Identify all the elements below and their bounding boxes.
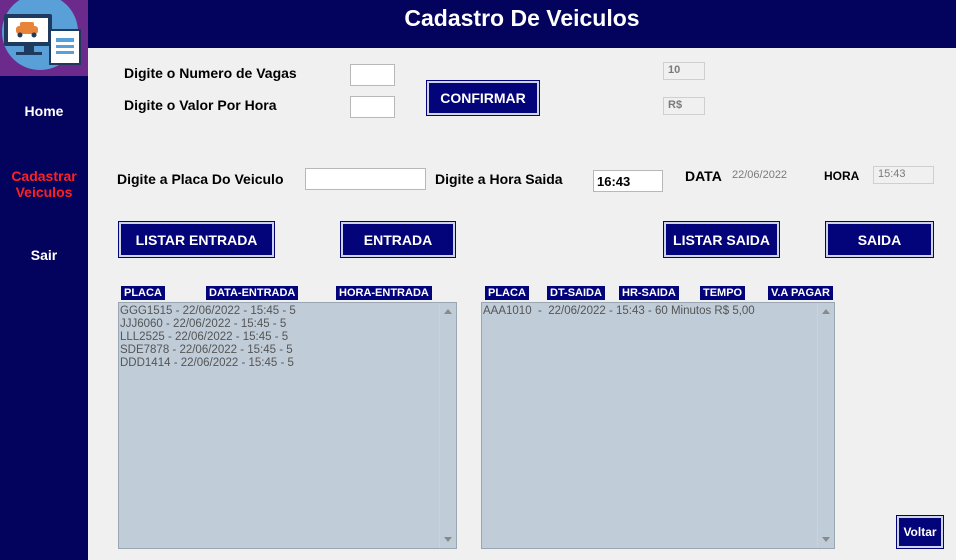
confirmar-button-label: CONFIRMAR (440, 90, 526, 106)
list-item[interactable]: AAA1010 - 22/06/2022 - 15:43 - 60 Minuto… (483, 305, 834, 318)
saida-scrollbar[interactable] (817, 303, 834, 548)
placa-input[interactable] (305, 168, 426, 190)
list-item[interactable]: LLL2525 - 22/06/2022 - 15:45 - 5 (120, 331, 456, 344)
valor-display: R$ (663, 97, 705, 115)
scroll-up-arrow-icon[interactable] (444, 309, 452, 314)
saida-button[interactable]: SAIDA (826, 222, 933, 257)
entrada-listbox[interactable]: GGG1515 - 22/06/2022 - 15:45 - 5 JJJ6060… (118, 302, 457, 549)
entrada-header-placa: PLACA (121, 286, 165, 300)
entrada-header-data: DATA-ENTRADA (206, 286, 299, 300)
list-item[interactable]: DDD1414 - 22/06/2022 - 15:45 - 5 (120, 357, 456, 370)
saida-listbox[interactable]: AAA1010 - 22/06/2022 - 15:43 - 60 Minuto… (481, 302, 835, 549)
sidebar-item-home[interactable]: Home (0, 103, 88, 119)
sidebar: Home Cadastrar Veiculos Sair (0, 0, 88, 560)
listar-saida-button[interactable]: LISTAR SAIDA (664, 222, 779, 257)
data-label: DATA (685, 168, 722, 184)
valor-hora-input[interactable] (350, 96, 395, 118)
hora-display: 15:43 (873, 166, 934, 184)
saida-header-dt: DT-SAIDA (547, 286, 605, 300)
entrada-header-hora: HORA-ENTRADA (336, 286, 432, 300)
entrada-list: GGG1515 - 22/06/2022 - 15:45 - 5 JJJ6060… (119, 303, 456, 370)
scroll-up-arrow-icon[interactable] (822, 309, 830, 314)
saida-list: AAA1010 - 22/06/2022 - 15:43 - 60 Minuto… (482, 303, 834, 318)
vagas-display: 10 (663, 62, 705, 80)
data-display: 22/06/2022 (727, 167, 811, 185)
saida-header-hr: HR-SAIDA (619, 286, 679, 300)
saida-header-valor: V.A PAGAR (768, 286, 833, 300)
sidebar-item-sair[interactable]: Sair (0, 247, 88, 263)
saida-header-tempo: TEMPO (700, 286, 746, 300)
list-item[interactable]: GGG1515 - 22/06/2022 - 15:45 - 5 (120, 305, 456, 318)
list-item[interactable]: SDE7878 - 22/06/2022 - 15:45 - 5 (120, 344, 456, 357)
page-title: Cadastro De Veiculos (404, 5, 640, 31)
saida-header-placa: PLACA (485, 286, 529, 300)
placa-label: Digite a Placa Do Veiculo (117, 171, 284, 187)
app-logo (0, 0, 88, 76)
entrada-scrollbar[interactable] (439, 303, 456, 548)
header: Cadastro De Veiculos (88, 0, 956, 48)
entrada-button[interactable]: ENTRADA (341, 222, 455, 257)
scroll-down-arrow-icon[interactable] (444, 537, 452, 542)
confirmar-button[interactable]: CONFIRMAR (427, 81, 539, 115)
list-item[interactable]: JJJ6060 - 22/06/2022 - 15:45 - 5 (120, 318, 456, 331)
listar-entrada-button[interactable]: LISTAR ENTRADA (119, 222, 274, 257)
scroll-down-arrow-icon[interactable] (822, 537, 830, 542)
valor-hora-label: Digite o Valor Por Hora (124, 97, 277, 113)
hora-label: HORA (824, 169, 860, 183)
vagas-input[interactable] (350, 64, 395, 86)
computer-car-icon (2, 0, 81, 70)
hora-saida-label: Digite a Hora Saida (435, 171, 563, 187)
hora-saida-input[interactable] (593, 170, 663, 192)
sidebar-item-cadastrar-veiculos[interactable]: Cadastrar Veiculos (0, 168, 88, 200)
vagas-label: Digite o Numero de Vagas (124, 65, 297, 81)
voltar-button[interactable]: Voltar (897, 516, 943, 548)
